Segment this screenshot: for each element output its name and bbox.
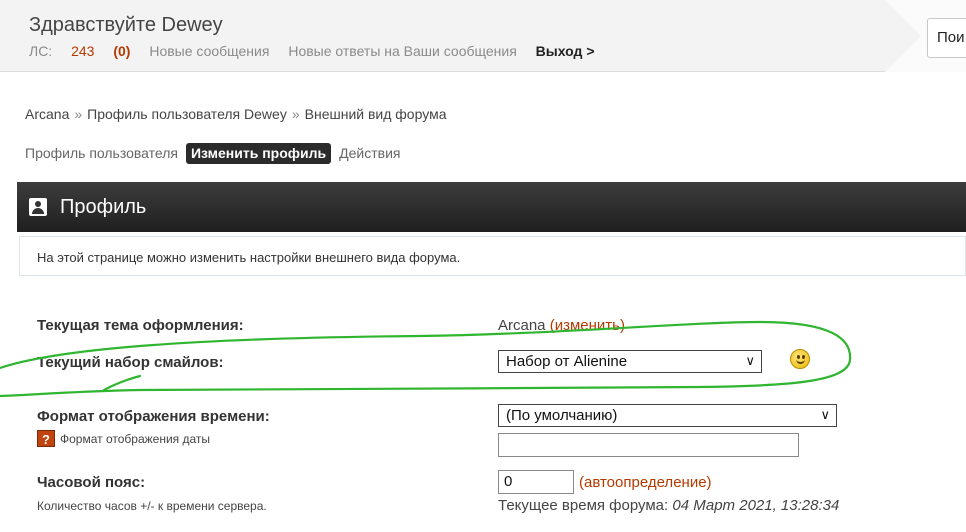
forum-time-row: Текущее время форума: 04 Март 2021, 13:2… (498, 497, 839, 514)
forum-time-value: 04 Март 2021, 13:28:34 (672, 497, 840, 514)
time-format-label: Формат отображения времени: (37, 408, 270, 425)
logout-link[interactable]: Выход > (536, 43, 595, 59)
pm-label: ЛС: (29, 43, 53, 59)
breadcrumb-separator: » (74, 106, 83, 122)
timezone-help: Количество часов +/- к времени сервера. (37, 499, 267, 513)
tab-user-profile[interactable]: Профиль пользователя (25, 145, 178, 161)
date-format-help: Формат отображения даты (60, 432, 211, 446)
breadcrumb: Arcana» Профиль пользователя Dewey» Внешни… (25, 106, 446, 122)
pm-link[interactable]: ЛС: 243 (0) (29, 43, 130, 59)
breadcrumb-current: Внешний вид форума (304, 106, 447, 122)
custom-date-format-input[interactable] (498, 433, 799, 457)
profile-header-bar: Профиль (17, 182, 966, 232)
info-message: На этой странице можно изменить настройк… (19, 236, 966, 276)
panel-title: Профиль (60, 196, 147, 218)
profile-tabs: Профиль пользователя Изменить профиль Дейс… (25, 143, 408, 164)
search-button[interactable]: Пои (927, 18, 966, 58)
pm-total: 243 (71, 43, 95, 59)
timezone-offset-input[interactable]: 0 (498, 470, 574, 494)
breadcrumb-profile[interactable]: Профиль пользователя Dewey (87, 106, 287, 122)
new-messages-link[interactable]: Новые сообщения (149, 43, 269, 59)
forum-time-label: Текущее время форума: (498, 497, 669, 514)
site-header: Здравствуйте Dewey ЛС: 243 (0) Новые соо… (0, 0, 966, 72)
timezone-label: Часовой пояс: (37, 474, 146, 491)
tab-edit-profile[interactable]: Изменить профиль (185, 143, 332, 164)
tab-actions[interactable]: Действия (339, 145, 400, 161)
pm-new: (0) (113, 43, 131, 59)
user-links: ЛС: 243 (0) Новые сообщения Новые ответы… (29, 43, 610, 59)
header-divider-arrow (885, 0, 921, 72)
hand-drawn-annotation (0, 320, 852, 398)
breadcrumb-separator: » (291, 106, 300, 122)
breadcrumb-home[interactable]: Arcana (25, 106, 69, 122)
user-icon (29, 198, 47, 216)
greeting: Здравствуйте Dewey (29, 14, 223, 36)
autodetect-link[interactable]: (автоопределение) (579, 474, 712, 491)
new-replies-link[interactable]: Новые ответы на Ваши сообщения (288, 43, 516, 59)
help-icon[interactable]: ? (37, 430, 55, 447)
